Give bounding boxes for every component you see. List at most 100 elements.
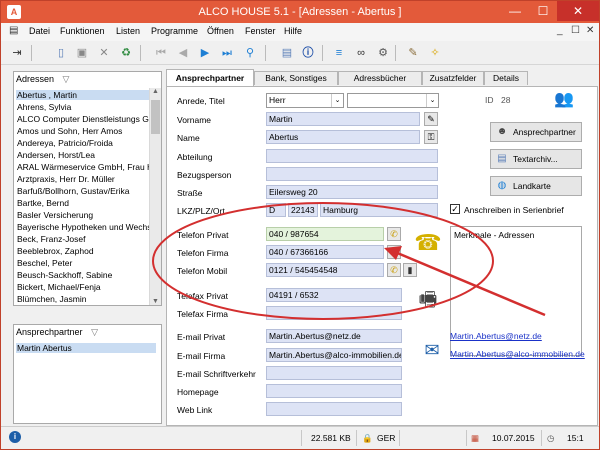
first-record-icon[interactable]: ⏮ <box>153 45 169 61</box>
menu-hilfe[interactable]: Hilfe <box>284 26 302 36</box>
list-item[interactable]: Andereya, Patricio/Froida <box>17 138 113 148</box>
adressen-scrollbar[interactable]: ▲ ▼ <box>149 88 161 305</box>
menu-datei[interactable]: Datei <box>29 26 50 36</box>
list-item[interactable]: Martin Abertus <box>16 343 156 353</box>
recycle-icon[interactable]: ♻ <box>118 45 134 61</box>
save-icon[interactable]: ▣ <box>74 45 90 61</box>
chevron-down-icon[interactable]: ⌄ <box>426 94 438 107</box>
delete-icon[interactable]: ✕ <box>96 45 112 61</box>
list-item[interactable]: Ahrens, Sylvia <box>17 102 71 112</box>
search-icon[interactable]: ⚲ <box>242 45 258 61</box>
lock-icon[interactable]: ⚿ <box>424 130 438 144</box>
menu-fenster[interactable]: Fenster <box>245 26 276 36</box>
telefon-mobil-field[interactable]: 0121 / 545454548 <box>266 263 384 277</box>
menu-programme[interactable]: Programme <box>151 26 198 36</box>
edit-icon[interactable]: ✎ <box>424 112 438 126</box>
wizard-icon[interactable]: ✧ <box>427 45 443 61</box>
mobile-phone-icon[interactable]: ▮ <box>403 263 417 277</box>
list-item[interactable]: Beusch-Sackhoff, Sabine <box>17 270 112 280</box>
telefax-privat-field[interactable]: 04191 / 6532 <box>266 288 402 302</box>
document-menu-icon[interactable]: ▤ <box>9 25 18 36</box>
title-bar[interactable]: A ALCO HOUSE 5.1 - [Adressen - Abertus ]… <box>1 1 599 23</box>
list-item[interactable]: Beeblebrox, Zaphod <box>17 246 94 256</box>
textarchiv-button[interactable]: ▤ Textarchiv... <box>490 149 582 169</box>
email-privat-link[interactable]: Martin.Abertus@netz.de <box>450 331 542 341</box>
list-item[interactable]: Bickert, Michael/Fenja <box>17 282 101 292</box>
list-item[interactable]: Basler Versicherung <box>17 210 93 220</box>
fax-machine-icon[interactable]: 🖷 <box>413 287 443 313</box>
last-record-icon[interactable]: ⏭ <box>219 45 235 61</box>
telephone-icon[interactable]: ☎ <box>413 230 443 256</box>
dial-phone-icon[interactable]: ✆ <box>387 263 401 277</box>
dial-phone-icon[interactable]: ✆ <box>387 227 401 241</box>
abteilung-field[interactable] <box>266 149 438 163</box>
filter-icon[interactable]: ▽ <box>91 327 98 337</box>
mdi-minimize-button[interactable]: _ <box>557 25 563 36</box>
tab-bank-sonstiges[interactable]: Bank, Sonstiges <box>254 71 338 85</box>
list-item[interactable]: Beck, Franz-Josef <box>17 234 86 244</box>
list-icon[interactable]: ≡ <box>331 45 347 61</box>
list-item[interactable]: Abertus , Martin <box>16 90 156 100</box>
new-document-icon[interactable]: ▯ <box>53 45 69 61</box>
chevron-down-icon[interactable]: ⌄ <box>331 94 343 107</box>
telefax-firma-field[interactable] <box>266 306 402 320</box>
anrede-combo[interactable]: Herr ⌄ <box>266 93 344 108</box>
list-item[interactable]: Amos und Sohn, Herr Amos <box>17 126 122 136</box>
titel-combo[interactable]: ⌄ <box>347 93 439 108</box>
list-item[interactable]: Bartke, Bernd <box>17 198 69 208</box>
telefon-firma-field[interactable]: 040 / 67366166 <box>266 245 384 259</box>
minimize-button[interactable]: — <box>501 1 529 21</box>
vorname-field[interactable]: Martin <box>266 112 420 126</box>
email-icon[interactable]: ✉ <box>419 338 445 362</box>
notepad-icon[interactable]: ✎ <box>405 45 421 61</box>
list-item[interactable]: Blümchen, Jasmin <box>17 294 86 304</box>
filter-icon[interactable]: ▽ <box>63 74 70 84</box>
menu-funktionen[interactable]: Funktionen <box>60 26 105 36</box>
tab-zusatzfelder[interactable]: Zusatzfelder <box>422 71 484 85</box>
info-icon[interactable]: ⓘ <box>300 45 316 61</box>
document-icon[interactable]: ▤ <box>279 45 295 61</box>
list-item[interactable]: ALCO Computer Dienstleistungs Gml <box>17 114 158 124</box>
bezugsperson-field[interactable] <box>266 167 438 181</box>
scroll-up-icon[interactable]: ▲ <box>150 88 161 95</box>
close-button[interactable]: ✕ <box>557 1 599 21</box>
tab-details[interactable]: Details <box>484 71 528 85</box>
mdi-close-button[interactable]: ✕ <box>586 25 594 36</box>
maximize-button[interactable]: ☐ <box>529 1 557 21</box>
menu-listen[interactable]: Listen <box>116 26 140 36</box>
lkz-field[interactable]: D <box>266 203 286 217</box>
email-firma-field[interactable]: Martin.Abertus@alco-immobilien.de <box>266 348 402 362</box>
plz-field[interactable]: 22143 <box>288 203 318 217</box>
list-item[interactable]: Bayerische Hypotheken und Wechs <box>17 222 152 232</box>
email-schriftverkehr-field[interactable] <box>266 366 402 380</box>
dial-phone-icon[interactable]: ✆ <box>387 245 401 259</box>
list-item[interactable]: Arztpraxis, Herr Dr. Müller <box>17 174 115 184</box>
landkarte-button[interactable]: ◍ Landkarte <box>490 176 582 196</box>
weblink-field[interactable] <box>266 402 402 416</box>
scrollbar-thumb[interactable] <box>151 100 160 134</box>
list-item[interactable]: Andersen, Horst/Lea <box>17 150 95 160</box>
strasse-field[interactable]: Eilersweg 20 <box>266 185 438 199</box>
telefon-privat-field[interactable]: 040 / 987654 <box>266 227 384 241</box>
email-firma-link[interactable]: Martin.Abertus@alco-immobilien.de <box>450 349 585 359</box>
link-icon[interactable]: ∞ <box>353 45 369 61</box>
serienbrief-checkbox[interactable]: ✓ <box>450 204 460 214</box>
scroll-down-icon[interactable]: ▼ <box>150 298 161 305</box>
previous-record-icon[interactable]: ◀ <box>175 45 191 61</box>
tools-icon[interactable]: ⚙ <box>375 45 391 61</box>
name-field[interactable]: Abertus <box>266 130 420 144</box>
info-icon[interactable]: i <box>9 431 21 443</box>
mdi-restore-button[interactable]: ☐ <box>571 25 580 36</box>
exit-icon[interactable]: ⇥ <box>9 45 25 61</box>
list-item[interactable]: Beschel, Peter <box>17 258 72 268</box>
contacts-icon[interactable]: 👥 <box>553 89 575 111</box>
menu-oeffnen[interactable]: Öffnen <box>207 26 234 36</box>
ort-field[interactable]: Hamburg <box>320 203 438 217</box>
tab-adressbuecher[interactable]: Adressbücher <box>338 71 422 85</box>
email-privat-field[interactable]: Martin.Abertus@netz.de <box>266 329 402 343</box>
list-item[interactable]: Barfuß/Bollhorn, Gustav/Erika <box>17 186 129 196</box>
ansprechpartner-button[interactable]: ☻ Ansprechpartner <box>490 122 582 142</box>
homepage-field[interactable] <box>266 384 402 398</box>
next-record-icon[interactable]: ▶ <box>197 45 213 61</box>
tab-ansprechpartner[interactable]: Ansprechpartner <box>166 69 254 86</box>
